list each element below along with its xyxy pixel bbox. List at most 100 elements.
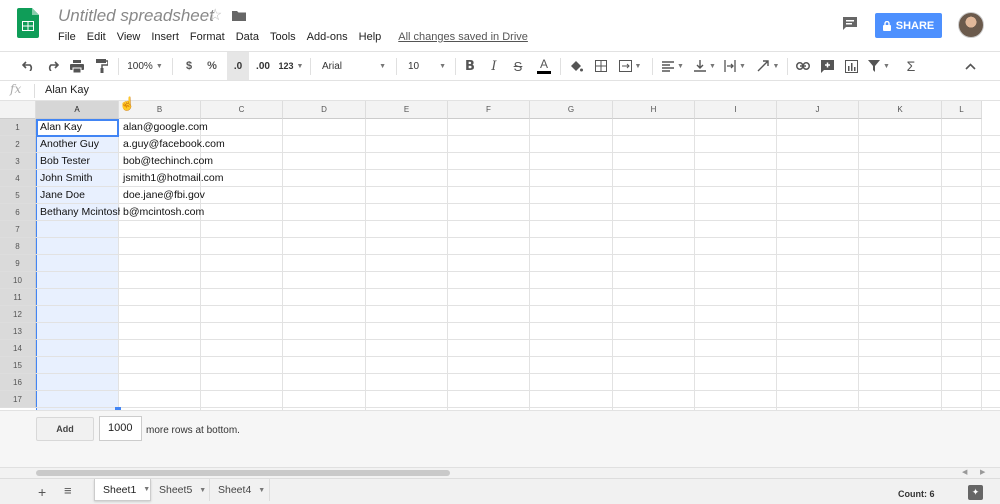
row-header[interactable]: 10 bbox=[0, 272, 36, 289]
column-header-j[interactable]: J bbox=[777, 101, 859, 119]
explore-icon[interactable]: ✦ bbox=[968, 485, 983, 500]
collapse-icon[interactable] bbox=[961, 52, 979, 80]
tab-sheet5[interactable]: Sheet5 ▼ bbox=[151, 479, 210, 501]
row-header[interactable]: 15 bbox=[0, 357, 36, 374]
row-header[interactable]: 8 bbox=[0, 238, 36, 255]
menu-data[interactable]: Data bbox=[236, 31, 259, 43]
row-header[interactable]: 3 bbox=[0, 153, 36, 170]
cell-name[interactable]: John Smith bbox=[37, 170, 120, 187]
functions-icon[interactable]: Σ bbox=[902, 52, 920, 80]
horizontal-scrollbar[interactable]: ◀ ▶ bbox=[0, 467, 1000, 478]
scrollbar-thumb[interactable] bbox=[36, 470, 450, 476]
column-header-f[interactable]: F bbox=[448, 101, 530, 119]
row-header[interactable]: 17 bbox=[0, 391, 36, 408]
cell-name[interactable]: Alan Kay bbox=[37, 119, 120, 136]
cell-email[interactable]: bob@techinch.com bbox=[120, 153, 262, 170]
formula-input[interactable]: Alan Kay bbox=[45, 84, 89, 96]
menu-format[interactable]: Format bbox=[190, 31, 225, 43]
selection-count[interactable]: Count: 6 bbox=[898, 489, 935, 499]
row-header[interactable]: 4 bbox=[0, 170, 36, 187]
paint-format-icon[interactable] bbox=[93, 52, 111, 80]
cell-email[interactable]: b@mcintosh.com bbox=[120, 204, 262, 221]
row-header[interactable]: 6 bbox=[0, 204, 36, 221]
percent-format-button[interactable]: % bbox=[204, 52, 220, 80]
scroll-right-icon[interactable]: ▶ bbox=[980, 468, 985, 476]
row-header[interactable]: 16 bbox=[0, 374, 36, 391]
row-header[interactable]: 5 bbox=[0, 187, 36, 204]
menu-view[interactable]: View bbox=[117, 31, 141, 43]
increase-decimal-button[interactable]: .00 bbox=[252, 52, 274, 80]
text-color-icon[interactable]: A bbox=[534, 52, 554, 80]
text-wrap-icon[interactable]: ▼ bbox=[722, 52, 748, 80]
menu-edit[interactable]: Edit bbox=[87, 31, 106, 43]
fill-color-icon[interactable] bbox=[567, 52, 585, 80]
save-status-link[interactable]: All changes saved in Drive bbox=[398, 31, 528, 43]
valign-bottom-icon[interactable]: ▼ bbox=[692, 52, 718, 80]
folder-icon[interactable] bbox=[232, 10, 246, 21]
bold-icon[interactable]: B bbox=[461, 52, 479, 80]
font-size-select[interactable]: 10 ▼ bbox=[404, 52, 450, 80]
row-header[interactable]: 7 bbox=[0, 221, 36, 238]
chevron-down-icon[interactable]: ▼ bbox=[258, 487, 265, 494]
add-sheet-icon[interactable]: + bbox=[38, 484, 46, 500]
more-formats-button[interactable]: 123 ▼ bbox=[277, 52, 305, 80]
cell-email[interactable]: doe.jane@fbi.gov bbox=[120, 187, 262, 204]
column-header-l[interactable]: L bbox=[942, 101, 982, 119]
row-header[interactable]: 14 bbox=[0, 340, 36, 357]
chevron-down-icon[interactable]: ▼ bbox=[143, 486, 150, 493]
chevron-down-icon[interactable]: ▼ bbox=[199, 487, 206, 494]
link-icon[interactable] bbox=[794, 52, 812, 80]
all-sheets-icon[interactable]: ≡ bbox=[64, 483, 72, 498]
document-title[interactable]: Untitled spreadsheet bbox=[58, 6, 214, 26]
cell-email[interactable]: a.guy@facebook.com bbox=[120, 136, 262, 153]
strikethrough-icon[interactable]: S bbox=[509, 52, 527, 80]
comments-icon[interactable] bbox=[843, 17, 857, 30]
row-header[interactable]: 2 bbox=[0, 136, 36, 153]
row-header[interactable]: 1 bbox=[0, 119, 36, 136]
star-icon[interactable]: ☆ bbox=[208, 5, 222, 25]
tab-sheet4[interactable]: Sheet4 ▼ bbox=[210, 479, 270, 501]
cell-name[interactable]: Another Guy bbox=[37, 136, 120, 153]
rows-count-input[interactable]: 1000 bbox=[99, 416, 142, 441]
text-rotate-icon[interactable]: ▼ bbox=[754, 52, 782, 80]
borders-icon[interactable] bbox=[592, 52, 610, 80]
chart-icon[interactable] bbox=[842, 52, 860, 80]
cell-email[interactable]: alan@google.com bbox=[120, 119, 262, 136]
filter-icon[interactable]: ▼ bbox=[866, 52, 892, 80]
decrease-decimal-button[interactable]: .0 bbox=[227, 52, 249, 80]
italic-icon[interactable]: I bbox=[485, 52, 503, 80]
menu-addons[interactable]: Add-ons bbox=[307, 31, 348, 43]
menu-help[interactable]: Help bbox=[359, 31, 382, 43]
merge-cells-icon[interactable]: ▼ bbox=[616, 52, 644, 80]
scroll-left-icon[interactable]: ◀ bbox=[962, 468, 967, 476]
menu-insert[interactable]: Insert bbox=[151, 31, 179, 43]
cell-name[interactable]: Jane Doe bbox=[37, 187, 120, 204]
cell-name[interactable]: Bethany Mcintosh bbox=[37, 204, 120, 221]
add-rows-button[interactable]: Add bbox=[36, 417, 94, 441]
row-header[interactable]: 12 bbox=[0, 306, 36, 323]
align-left-icon[interactable]: ▼ bbox=[660, 52, 686, 80]
sheets-logo-icon[interactable] bbox=[17, 8, 39, 38]
cell-email[interactable]: jsmith1@hotmail.com bbox=[120, 170, 262, 187]
column-header-a[interactable]: A bbox=[36, 101, 119, 119]
column-header-e[interactable]: E bbox=[366, 101, 448, 119]
column-header-c[interactable]: C bbox=[201, 101, 283, 119]
select-all-corner[interactable] bbox=[0, 101, 36, 119]
menu-tools[interactable]: Tools bbox=[270, 31, 296, 43]
undo-icon[interactable] bbox=[19, 52, 37, 80]
menu-file[interactable]: File bbox=[58, 31, 76, 43]
column-header-d[interactable]: D bbox=[283, 101, 366, 119]
row-header[interactable]: 13 bbox=[0, 323, 36, 340]
zoom-select[interactable]: 100% ▼ bbox=[125, 52, 165, 80]
row-header[interactable]: 11 bbox=[0, 289, 36, 306]
redo-icon[interactable] bbox=[43, 52, 61, 80]
avatar[interactable] bbox=[958, 12, 984, 38]
comment-icon[interactable] bbox=[818, 52, 836, 80]
tab-sheet1[interactable]: Sheet1 ▼ bbox=[94, 479, 151, 501]
print-icon[interactable] bbox=[68, 52, 86, 80]
column-header-k[interactable]: K bbox=[859, 101, 942, 119]
currency-format-button[interactable]: $ bbox=[181, 52, 197, 80]
cell-name[interactable]: Bob Tester bbox=[37, 153, 120, 170]
column-header-h[interactable]: H bbox=[613, 101, 695, 119]
column-header-i[interactable]: I bbox=[695, 101, 777, 119]
